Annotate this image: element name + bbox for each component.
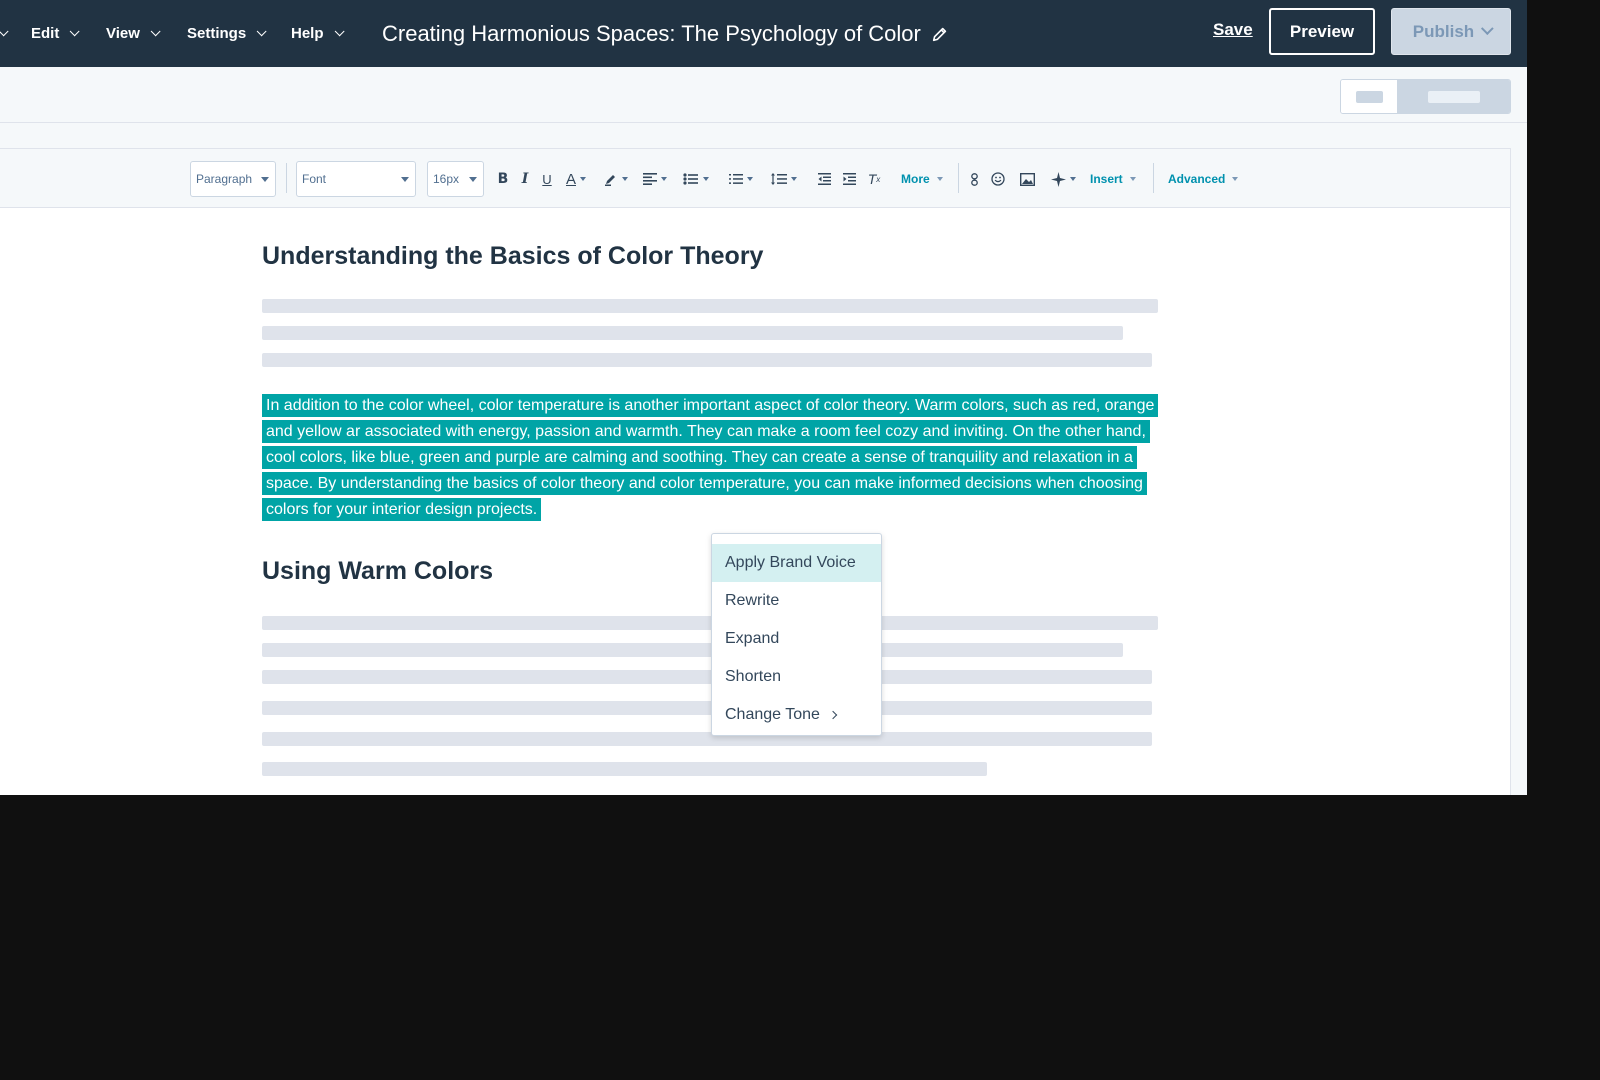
menu-item-apply-brand-voice[interactable]: Apply Brand Voice	[712, 544, 881, 582]
outdent-icon[interactable]	[817, 169, 831, 189]
toolbar-divider	[958, 163, 959, 193]
heading-warm-colors[interactable]: Using Warm Colors	[262, 557, 493, 586]
toolbar-divider	[1153, 163, 1154, 193]
selected-paragraph-text: In addition to the color wheel, color te…	[262, 394, 1159, 521]
document-title[interactable]: Creating Harmonious Spaces: The Psycholo…	[382, 0, 949, 67]
font-select-value: Font	[302, 172, 327, 186]
text-color-icon[interactable]: A	[564, 169, 588, 189]
chevron-down-icon	[256, 26, 267, 37]
italic-icon[interactable]: I	[518, 169, 532, 189]
publish-button[interactable]: Publish	[1391, 8, 1511, 55]
selected-paragraph[interactable]: In addition to the color wheel, color te…	[262, 393, 1172, 523]
font-size-select[interactable]: 16px	[427, 161, 484, 197]
menu-view[interactable]: View	[106, 0, 161, 67]
ai-context-menu: Apply Brand Voice Rewrite Expand Shorten…	[711, 533, 882, 736]
menu-item-label: Apply Brand Voice	[725, 554, 856, 571]
toolbar-divider	[286, 163, 287, 193]
indent-icon[interactable]	[842, 169, 856, 189]
menu-view-label: View	[106, 25, 140, 42]
menu-item-label: Shorten	[725, 668, 782, 685]
align-icon[interactable]	[641, 169, 669, 189]
chevron-right-icon	[828, 710, 838, 720]
document-title-text: Creating Harmonious Spaces: The Psycholo…	[382, 20, 921, 46]
ai-sparkle-icon[interactable]	[1048, 169, 1078, 189]
font-select[interactable]: Font	[296, 161, 416, 197]
clear-formatting-icon[interactable]: Tx	[867, 169, 881, 189]
numbered-list-icon[interactable]	[727, 169, 755, 189]
paragraph-select[interactable]: Paragraph	[190, 161, 276, 197]
menu-item-change-tone[interactable]: Change Tone	[712, 696, 881, 734]
paragraph-select-value: Paragraph	[196, 172, 253, 186]
preview-button[interactable]: Preview	[1269, 8, 1375, 55]
rich-text-toolbar: Paragraph Font 16px B I U A T x More Ins…	[0, 149, 1510, 208]
placeholder-line	[262, 299, 1158, 313]
menu-help-label: Help	[291, 25, 324, 42]
placeholder-line	[262, 732, 1152, 746]
menu-item-label: Change Tone	[725, 706, 820, 723]
chevron-down-icon	[334, 26, 345, 37]
bulleted-list-icon[interactable]	[681, 169, 711, 189]
top-nav-bar: Edit View Settings Help Creating Harmoni…	[0, 0, 1527, 67]
placeholder-line	[262, 353, 1152, 367]
more-dropdown[interactable]: More	[901, 169, 943, 189]
chevron-down-icon	[70, 26, 80, 37]
menu-settings[interactable]: Settings	[187, 0, 267, 67]
emoji-icon[interactable]	[990, 169, 1006, 189]
sub-bar	[0, 67, 1527, 123]
image-icon[interactable]	[1019, 169, 1036, 189]
highlight-icon[interactable]	[602, 169, 630, 189]
menu-help[interactable]: Help	[291, 0, 345, 67]
menu-item-expand[interactable]: Expand	[712, 620, 881, 658]
app-window: Edit View Settings Help Creating Harmoni…	[0, 0, 1527, 795]
menu-item-shorten[interactable]: Shorten	[712, 658, 881, 696]
view-toggle-option-2[interactable]	[1398, 80, 1510, 113]
menu-edit-label: Edit	[31, 25, 60, 42]
caret-down-icon	[469, 177, 477, 182]
view-toggle-option-1[interactable]	[1341, 80, 1398, 113]
more-label: More	[901, 172, 930, 186]
menu-item-label: Expand	[725, 630, 780, 647]
link-icon[interactable]	[969, 169, 979, 189]
chevron-down-icon	[1481, 22, 1494, 36]
pencil-icon[interactable]	[931, 25, 949, 43]
placeholder-line	[262, 762, 987, 776]
placeholder-line	[262, 616, 1158, 630]
chevron-down-icon	[150, 26, 161, 37]
menu-edit[interactable]: Edit	[31, 0, 80, 67]
line-height-icon[interactable]	[769, 169, 799, 189]
menu-settings-label: Settings	[187, 25, 247, 42]
menu-item-label: Rewrite	[725, 592, 780, 609]
save-button[interactable]: Save	[1213, 20, 1253, 40]
publish-label: Publish	[1412, 21, 1475, 41]
caret-down-icon	[261, 177, 269, 182]
menu-prev-chevron[interactable]	[0, 0, 9, 67]
font-size-value: 16px	[433, 172, 460, 186]
view-toggle[interactable]	[1340, 79, 1511, 114]
placeholder-line	[262, 643, 1123, 657]
insert-label: Insert	[1090, 172, 1123, 186]
bold-icon[interactable]: B	[496, 169, 510, 189]
placeholder-line	[262, 701, 1152, 715]
menu-item-rewrite[interactable]: Rewrite	[712, 582, 881, 620]
caret-down-icon	[401, 177, 409, 182]
heading-color-theory[interactable]: Understanding the Basics of Color Theory	[262, 242, 763, 271]
advanced-label: Advanced	[1168, 172, 1226, 186]
placeholder-line	[262, 670, 1152, 684]
placeholder-line	[262, 326, 1123, 340]
insert-dropdown[interactable]: Insert	[1090, 169, 1136, 189]
advanced-dropdown[interactable]: Advanced	[1168, 169, 1239, 189]
underline-icon[interactable]: U	[540, 169, 554, 189]
